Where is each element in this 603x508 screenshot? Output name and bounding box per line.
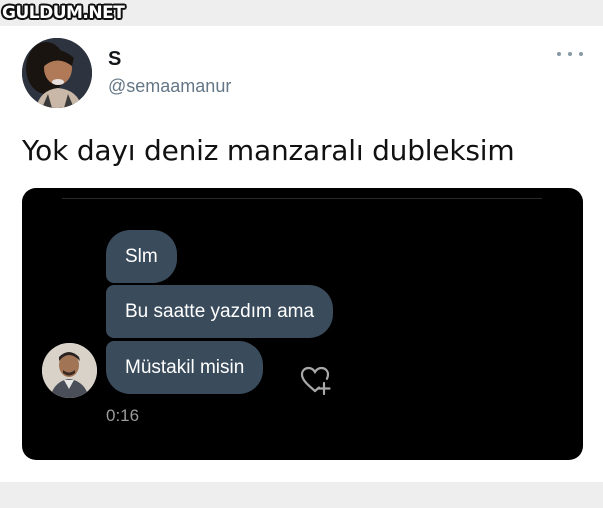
tweet-card: S @semaamanur Yok dayı deniz manzaralı d… xyxy=(0,26,603,482)
message-bubble: Bu saatte yazdım ama xyxy=(106,285,334,338)
message-timestamp: 0:16 xyxy=(106,406,140,425)
tweet-text: Yok dayı deniz manzaralı dubleksim xyxy=(22,134,515,167)
watermark-bar: GULDUM.NET xyxy=(0,0,603,26)
user-handle[interactable]: @semaamanur xyxy=(108,76,231,97)
more-horizontal-icon[interactable] xyxy=(557,46,583,62)
divider xyxy=(62,198,542,199)
media-screenshot[interactable]: Slm Bu saatte yazdım ama Müstakil misin … xyxy=(22,188,583,460)
message-bubble: Slm xyxy=(106,230,177,283)
display-name[interactable]: S xyxy=(108,48,121,71)
avatar[interactable] xyxy=(22,38,92,108)
message-bubble: Müstakil misin xyxy=(106,341,264,394)
watermark-logo: GULDUM.NET xyxy=(2,3,125,23)
sender-avatar xyxy=(42,343,97,398)
heart-plus-icon[interactable] xyxy=(298,363,332,397)
